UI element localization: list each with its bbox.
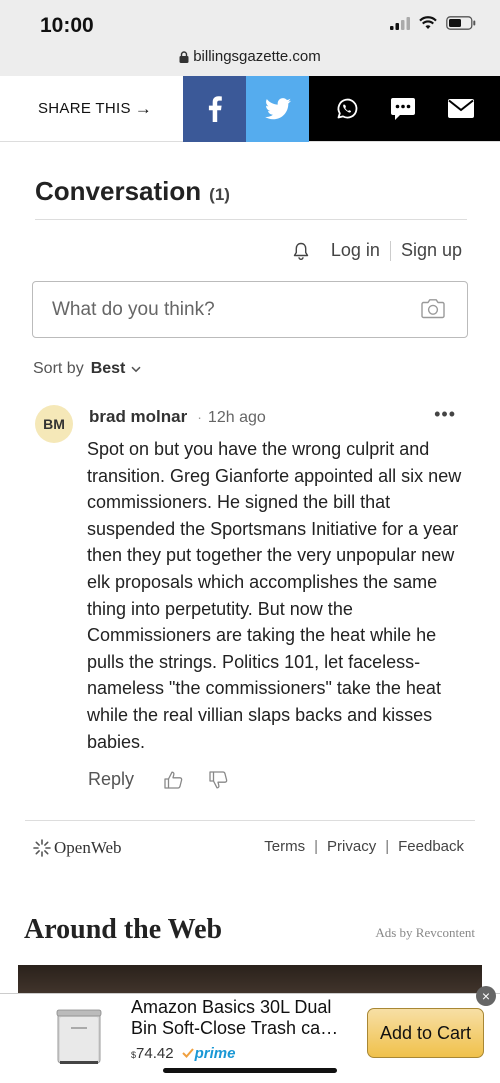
sms-icon	[391, 97, 416, 120]
email-icon	[448, 99, 475, 118]
sort-value: Best	[90, 360, 126, 377]
footer-separator: |	[314, 838, 319, 855]
share-this-label: SHARE THIS →	[0, 76, 183, 141]
openweb-icon	[33, 839, 51, 857]
share-bar: SHARE THIS →	[0, 76, 500, 142]
footer-links: Terms | Privacy | Feedback	[264, 838, 464, 855]
divider	[35, 219, 467, 220]
arrow-right-icon: →	[134, 98, 153, 118]
ad-title-line-2: Bin Soft-Close Trash ca…	[131, 1018, 339, 1038]
sort-control[interactable]: Sort by Best	[33, 360, 141, 378]
comment-body: Spot on but you have the wrong culprit a…	[87, 439, 462, 752]
whatsapp-icon	[337, 98, 358, 118]
ad-price: $74.42 prime	[131, 1045, 235, 1062]
price-value: 74.42	[136, 1045, 174, 1062]
lock-icon	[179, 51, 189, 64]
signup-link[interactable]: Sign up	[401, 240, 462, 261]
share-more-group	[309, 76, 500, 141]
more-options-button[interactable]: •••	[434, 404, 456, 425]
trash-can-image	[56, 1009, 102, 1064]
thumbs-down-icon	[209, 770, 228, 788]
comment-header: brad molnar · 12h ago	[89, 407, 266, 427]
email-share-button[interactable]	[448, 99, 475, 118]
facebook-icon	[208, 96, 222, 122]
openweb-brand: OpenWeb	[54, 838, 122, 857]
comment-input-box	[32, 281, 468, 338]
facebook-share-button[interactable]	[183, 76, 246, 142]
twitter-share-button[interactable]	[246, 76, 309, 142]
ad-title-line-1: Amazon Basics 30L Dual	[131, 997, 332, 1017]
login-link[interactable]: Log in	[331, 240, 380, 261]
comment-time: 12h ago	[207, 409, 266, 426]
close-icon[interactable]: ×	[476, 986, 496, 1006]
url-text: billingsgazette.com	[193, 48, 321, 65]
battery-icon	[446, 16, 476, 30]
avatar[interactable]: BM	[35, 405, 73, 443]
status-icons	[390, 16, 476, 30]
footer-divider	[25, 820, 475, 821]
comment-input[interactable]	[33, 282, 467, 337]
chevron-down-icon	[131, 366, 141, 372]
sort-label: Sort by	[33, 360, 84, 377]
prime-check-icon	[181, 1048, 194, 1058]
thumbs-up-icon	[164, 771, 183, 789]
bell-icon[interactable]	[293, 242, 309, 260]
comment-count: (1)	[209, 185, 230, 204]
comment-author[interactable]: brad molnar	[89, 407, 187, 427]
around-the-web-title: Around the Web	[24, 914, 223, 945]
prime-badge: prime	[194, 1045, 236, 1062]
home-indicator[interactable]	[163, 1068, 337, 1073]
camera-icon[interactable]	[421, 298, 445, 319]
openweb-logo[interactable]: OpenWeb	[33, 838, 122, 858]
downvote-button[interactable]	[209, 770, 228, 789]
status-time: 10:00	[40, 14, 94, 37]
upvote-button[interactable]	[164, 771, 183, 789]
status-bar: 10:00	[0, 0, 500, 44]
privacy-link[interactable]: Privacy	[327, 838, 376, 855]
footer-separator: |	[385, 838, 390, 855]
ads-by-revcontent[interactable]: Ads by Revcontent	[375, 925, 475, 941]
conversation-title: Conversation (1)	[35, 176, 230, 207]
reply-button[interactable]: Reply	[88, 769, 134, 790]
add-to-cart-button[interactable]: Add to Cart	[367, 1008, 484, 1058]
auth-separator	[389, 240, 391, 261]
meta-dot: ·	[197, 409, 202, 425]
ad-product-title[interactable]: Amazon Basics 30L Dual Bin Soft-Close Tr…	[131, 997, 356, 1039]
sms-share-button[interactable]	[390, 97, 416, 121]
auth-row: Log in Sign up	[293, 240, 462, 261]
whatsapp-share-button[interactable]	[335, 97, 359, 121]
terms-link[interactable]: Terms	[264, 838, 305, 855]
feedback-link[interactable]: Feedback	[398, 838, 464, 855]
url-bar[interactable]: billingsgazette.com	[0, 44, 500, 76]
conversation-title-text: Conversation	[35, 176, 202, 206]
twitter-icon	[264, 98, 291, 120]
wifi-icon	[419, 16, 437, 29]
share-label-text: SHARE THIS	[38, 100, 131, 117]
comment-actions: Reply	[88, 769, 228, 790]
signal-icon	[390, 16, 410, 30]
